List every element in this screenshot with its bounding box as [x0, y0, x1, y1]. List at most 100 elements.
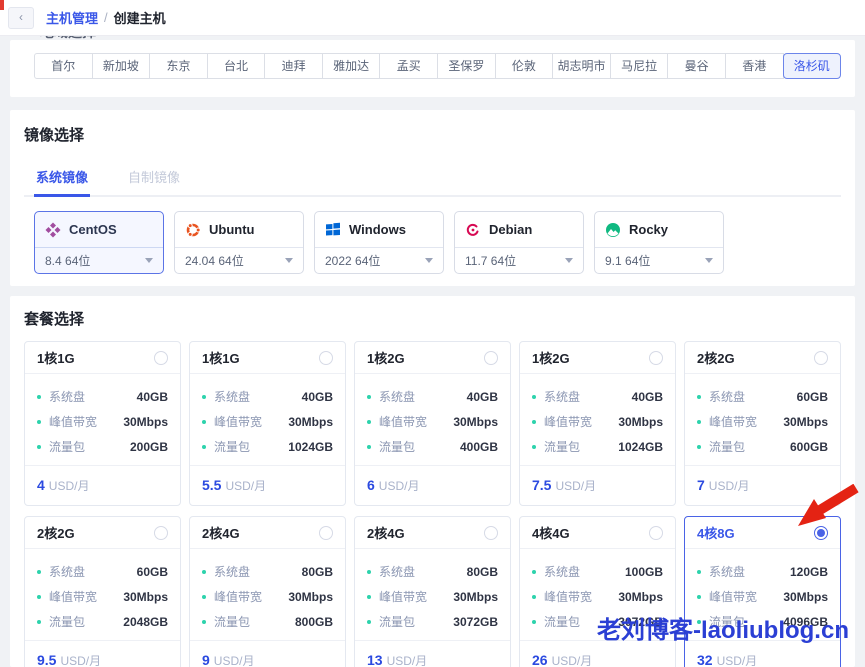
breadcrumb-separator: / [104, 10, 108, 25]
spec-label: 峰值带宽 [214, 413, 262, 430]
tab-custom-image[interactable]: 自制镜像 [126, 161, 182, 195]
plan-radio[interactable] [484, 526, 498, 540]
plan-price: 9.5 [37, 652, 56, 667]
plan-footer: 6USD/月 [355, 465, 510, 505]
spec-value: 120GB [790, 565, 828, 579]
plan-radio[interactable] [319, 351, 333, 365]
breadcrumb-host-management[interactable]: 主机管理 [46, 8, 98, 27]
region-button-1[interactable]: 新加坡 [92, 53, 151, 79]
spec-row: 流量包200GB [37, 434, 168, 459]
plan-radio[interactable] [154, 351, 168, 365]
plan-radio[interactable] [484, 351, 498, 365]
spec-row: 流量包600GB [697, 434, 828, 459]
region-button-2[interactable]: 东京 [149, 53, 208, 79]
region-button-9[interactable]: 胡志明市 [552, 53, 611, 79]
plan-price-suffix: USD/月 [379, 477, 420, 494]
region-button-8[interactable]: 伦敦 [495, 53, 554, 79]
region-button-7[interactable]: 圣保罗 [437, 53, 496, 79]
region-button-3[interactable]: 台北 [207, 53, 266, 79]
plan-footer: 9USD/月 [190, 640, 345, 667]
plan-radio[interactable] [154, 526, 168, 540]
region-button-10[interactable]: 马尼拉 [610, 53, 669, 79]
topbar: ‹ 主机管理 / 创建主机 [0, 0, 865, 36]
plan-card-2[interactable]: 1核2G系统盘40GB峰值带宽30Mbps流量包400GB6USD/月 [354, 341, 511, 506]
spec-row: 峰值带宽30Mbps [202, 584, 333, 609]
spec-value: 30Mbps [618, 590, 663, 604]
bullet-dot-icon [367, 570, 371, 574]
os-card-centos[interactable]: CentOS 8.4 64位 [34, 211, 164, 274]
os-card-windows[interactable]: Windows2022 64位 [314, 211, 444, 274]
bullet-dot-icon [697, 445, 701, 449]
region-button-4[interactable]: 迪拜 [264, 53, 323, 79]
bullet-dot-icon [697, 395, 701, 399]
plan-radio[interactable] [319, 526, 333, 540]
spec-value: 1024GB [618, 440, 663, 454]
os-version-select[interactable]: 9.1 64位 [595, 248, 723, 273]
bullet-dot-icon [202, 620, 206, 624]
plan-radio[interactable] [649, 526, 663, 540]
region-button-0[interactable]: 首尔 [34, 53, 93, 79]
plan-header: 1核1G [190, 342, 345, 374]
os-version-select[interactable]: 24.04 64位 [175, 248, 303, 273]
plan-card-4[interactable]: 2核2G系统盘60GB峰值带宽30Mbps流量包600GB7USD/月 [684, 341, 841, 506]
region-button-5[interactable]: 雅加达 [322, 53, 381, 79]
region-button-6[interactable]: 孟买 [379, 53, 438, 79]
plan-card-0[interactable]: 1核1G系统盘40GB峰值带宽30Mbps流量包200GB4USD/月 [24, 341, 181, 506]
centos-icon [45, 222, 61, 238]
os-version-select[interactable]: 2022 64位 [315, 248, 443, 273]
plan-body: 系统盘40GB峰值带宽30Mbps流量包1024GB [190, 374, 345, 465]
spec-value: 3072GB [453, 615, 498, 629]
plan-title: 4核8G [697, 523, 735, 542]
spec-label: 系统盘 [709, 563, 745, 580]
region-button-12[interactable]: 香港 [725, 53, 784, 79]
os-version-value: 8.4 64位 [45, 252, 90, 269]
back-button[interactable]: ‹ [8, 7, 34, 29]
plan-card-6[interactable]: 2核4G系统盘80GB峰值带宽30Mbps流量包800GB9USD/月 [189, 516, 346, 667]
region-button-13[interactable]: 洛杉矶 [783, 53, 842, 79]
os-card-rocky[interactable]: Rocky9.1 64位 [594, 211, 724, 274]
watermark-text: 老刘博客-laoliublog.cn [597, 610, 849, 645]
plan-card-5[interactable]: 2核2G系统盘60GB峰值带宽30Mbps流量包2048GB9.5USD/月 [24, 516, 181, 667]
plan-footer: 7.5USD/月 [520, 465, 675, 505]
os-version-select[interactable]: 11.7 64位 [455, 248, 583, 273]
spec-value: 40GB [467, 390, 498, 404]
chevron-down-icon [145, 258, 153, 263]
spec-value: 600GB [790, 440, 828, 454]
os-card-debian[interactable]: Debian11.7 64位 [454, 211, 584, 274]
plan-title: 2核2G [697, 348, 735, 367]
plan-card-1[interactable]: 1核1G系统盘40GB峰值带宽30Mbps流量包1024GB5.5USD/月 [189, 341, 346, 506]
plan-price: 5.5 [202, 477, 221, 493]
plan-card-3[interactable]: 1核2G系统盘40GB峰值带宽30Mbps流量包1024GB7.5USD/月 [519, 341, 676, 506]
tab-system-image[interactable]: 系统镜像 [34, 161, 90, 197]
spec-row: 流量包800GB [202, 609, 333, 634]
bullet-dot-icon [202, 420, 206, 424]
plan-price-suffix: USD/月 [387, 652, 428, 667]
spec-label: 流量包 [214, 438, 250, 455]
os-version-value: 11.7 64位 [465, 252, 516, 269]
spec-row: 系统盘 120GB [697, 559, 828, 584]
spec-row: 峰值带宽30Mbps [532, 584, 663, 609]
plan-card-7[interactable]: 2核4G系统盘80GB峰值带宽30Mbps流量包3072GB13USD/月 [354, 516, 511, 667]
spec-label: 峰值带宽 [49, 413, 97, 430]
plan-radio[interactable] [814, 351, 828, 365]
plan-title: 1核2G [532, 348, 570, 367]
plan-radio[interactable] [649, 351, 663, 365]
bullet-dot-icon [532, 445, 536, 449]
region-button-11[interactable]: 曼谷 [667, 53, 726, 79]
spec-label: 系统盘 [49, 388, 85, 405]
spec-row: 系统盘60GB [37, 559, 168, 584]
plan-price-suffix: USD/月 [709, 477, 750, 494]
plan-price: 6 [367, 477, 375, 493]
spec-label: 系统盘 [544, 563, 580, 580]
plan-title: 1核1G [37, 348, 75, 367]
spec-label: 系统盘 [544, 388, 580, 405]
os-version-select[interactable]: 8.4 64位 [35, 248, 163, 273]
bullet-dot-icon [532, 395, 536, 399]
plan-price-suffix: USD/月 [60, 652, 101, 667]
spec-value: 60GB [137, 565, 168, 579]
region-panel: 首尔新加坡东京台北迪拜雅加达孟买圣保罗伦敦胡志明市马尼拉曼谷香港洛杉矶 [10, 40, 855, 97]
os-card-ubuntu[interactable]: Ubuntu24.04 64位 [174, 211, 304, 274]
plan-header: 2核2G [685, 342, 840, 374]
spec-row: 流量包2048GB [37, 609, 168, 634]
os-name: CentOS [69, 222, 117, 237]
